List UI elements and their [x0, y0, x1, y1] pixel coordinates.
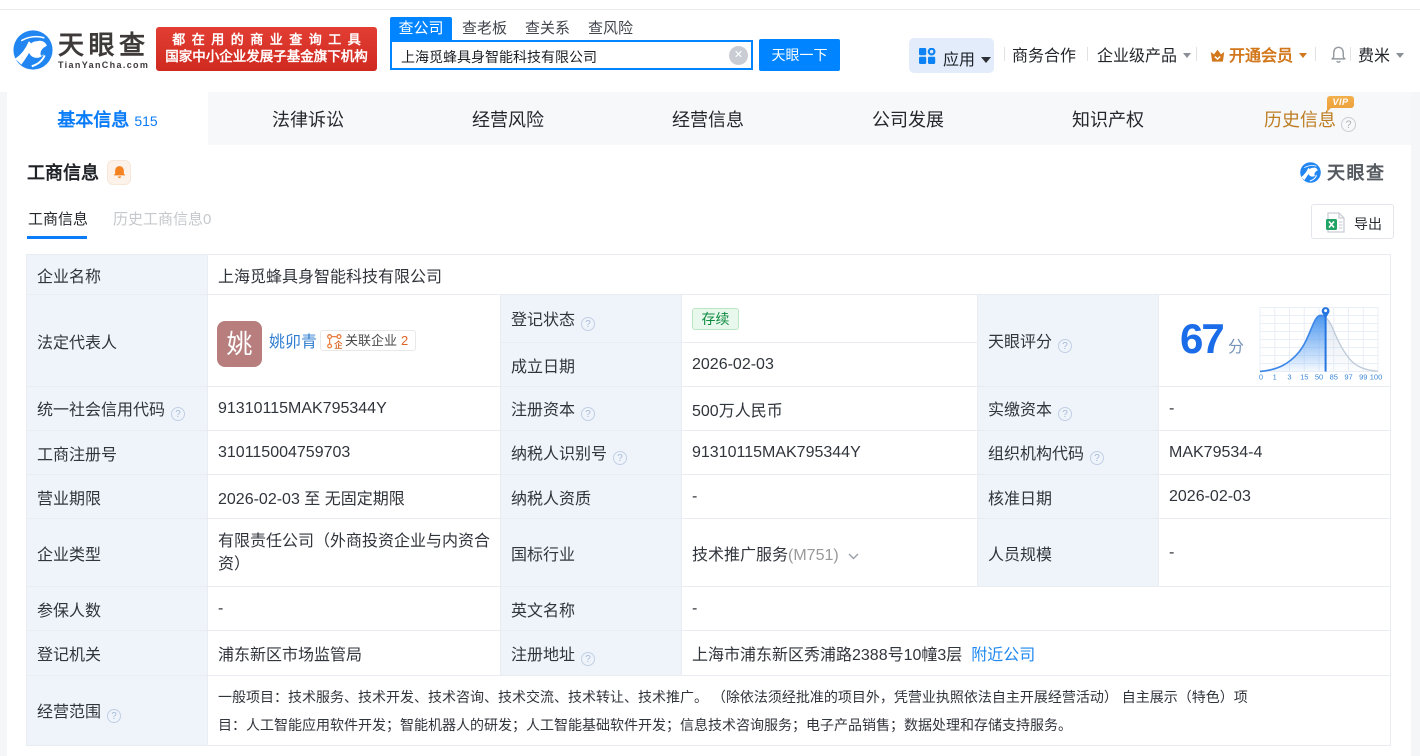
svg-text:企: 企 — [333, 340, 342, 349]
svg-text:85: 85 — [1330, 373, 1338, 382]
svg-text:99: 99 — [1359, 373, 1367, 382]
svg-text:0: 0 — [1259, 373, 1263, 382]
svg-text:15: 15 — [1300, 373, 1308, 382]
svg-text:1: 1 — [1273, 373, 1277, 382]
svg-text:100: 100 — [1370, 373, 1382, 382]
svg-text:3: 3 — [1287, 373, 1291, 382]
svg-text:97: 97 — [1344, 373, 1352, 382]
svg-text:50: 50 — [1315, 373, 1323, 382]
